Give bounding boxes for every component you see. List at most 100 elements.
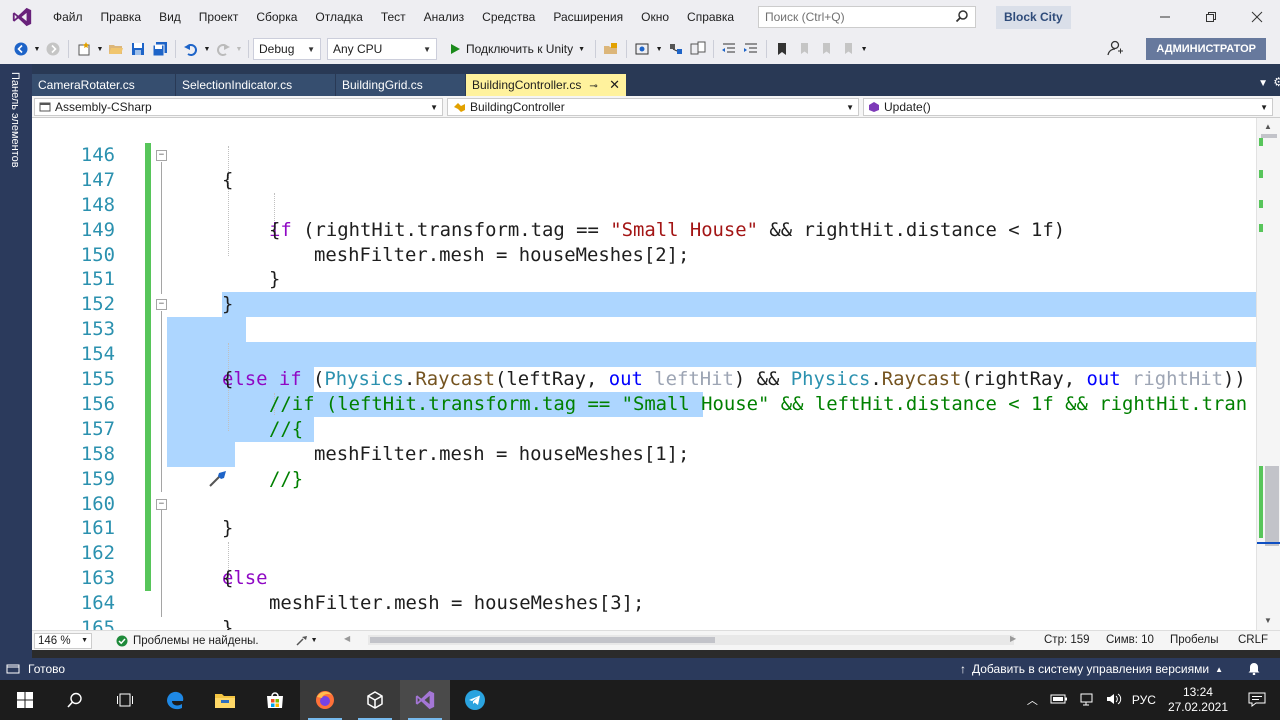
scroll-split-handle[interactable]: [1261, 134, 1277, 138]
tab-building-grid[interactable]: BuildingGrid.cs: [336, 74, 465, 96]
minimize-button[interactable]: [1142, 0, 1188, 34]
menu-debug[interactable]: Отладка: [306, 0, 371, 34]
outdent-icon[interactable]: [718, 38, 740, 60]
new-dropdown-icon[interactable]: ▼: [95, 38, 105, 60]
menu-extensions[interactable]: Расширения: [544, 0, 632, 34]
column-indicator[interactable]: Симв: 10: [1106, 634, 1154, 646]
horizontal-scroll-thumb[interactable]: [370, 637, 715, 643]
scroll-up-icon[interactable]: ▲: [1264, 122, 1272, 131]
back-dropdown-icon[interactable]: ▼: [32, 38, 42, 60]
save-icon[interactable]: [127, 38, 149, 60]
task-view-icon[interactable]: [100, 680, 150, 720]
line-indicator[interactable]: Стр: 159: [1044, 634, 1090, 646]
zoom-select[interactable]: 146 % ▼: [34, 632, 92, 649]
visual-studio-logo-icon[interactable]: [0, 0, 44, 34]
language-indicator[interactable]: РУС: [1132, 693, 1156, 707]
clock[interactable]: 13:24 27.02.2021: [1168, 685, 1228, 715]
action-center-icon[interactable]: [1248, 691, 1266, 710]
scroll-thumb[interactable]: [1265, 466, 1279, 546]
screenshot-icon[interactable]: [631, 38, 653, 60]
network-icon[interactable]: [1080, 692, 1096, 709]
platform-select[interactable]: Any CPU ▼: [327, 38, 437, 60]
start-windows-icon[interactable]: [0, 680, 50, 720]
tab-selection-indicator[interactable]: SelectionIndicator.cs: [176, 74, 335, 96]
close-tab-icon[interactable]: ✕: [609, 77, 620, 92]
file-explorer-icon[interactable]: [200, 680, 250, 720]
visual-studio-taskbar-icon[interactable]: [400, 680, 450, 720]
toolbar-separator: [713, 40, 715, 58]
collapse-icon[interactable]: −: [156, 299, 167, 311]
next-bookmark-icon[interactable]: [815, 38, 837, 60]
configuration-select[interactable]: Debug ▼: [253, 38, 321, 60]
restore-button[interactable]: [1188, 0, 1234, 34]
menu-analyze[interactable]: Анализ: [415, 0, 474, 34]
telegram-icon[interactable]: [450, 680, 500, 720]
back-icon[interactable]: [10, 38, 32, 60]
horizontal-scrollbar[interactable]: [368, 635, 1014, 645]
tab-overflow-icon[interactable]: ▼: [1258, 78, 1268, 89]
tab-building-controller[interactable]: BuildingController.cs ⊸ ✕: [466, 74, 626, 96]
firefox-icon[interactable]: [300, 680, 350, 720]
output-icon[interactable]: [6, 663, 20, 675]
menu-file[interactable]: Файл: [44, 0, 92, 34]
pin-icon[interactable]: ⊸: [589, 81, 597, 92]
project-select[interactable]: Assembly-CSharp ▼: [34, 98, 443, 116]
menu-view[interactable]: Вид: [150, 0, 190, 34]
edge-browser-icon[interactable]: [150, 680, 200, 720]
scroll-right-icon[interactable]: ▶: [1010, 634, 1016, 643]
open-folder-icon[interactable]: [105, 38, 127, 60]
undo-icon[interactable]: [180, 38, 202, 60]
menu-help[interactable]: Справка: [678, 0, 743, 34]
class-select[interactable]: BuildingController ▼: [447, 98, 859, 116]
search-taskbar-icon[interactable]: [50, 680, 100, 720]
volume-icon[interactable]: [1106, 692, 1122, 709]
add-to-source-control-button[interactable]: ↑ Добавить в систему управления версиями…: [960, 662, 1223, 676]
toolbox-panel[interactable]: Панель элементов: [0, 64, 32, 658]
whitespace-indicator[interactable]: Пробелы: [1170, 634, 1219, 646]
attach-to-unity-button[interactable]: Подключить к Unity ▼: [443, 38, 591, 60]
save-all-icon[interactable]: [149, 38, 171, 60]
indent-icon[interactable]: [740, 38, 762, 60]
scroll-down-icon[interactable]: ▼: [1264, 616, 1272, 625]
close-button[interactable]: [1234, 0, 1280, 34]
menu-build[interactable]: Сборка: [247, 0, 306, 34]
scroll-left-icon[interactable]: ◀: [344, 634, 350, 643]
search-input[interactable]: Поиск (Ctrl+Q): [758, 6, 976, 28]
clear-bookmarks-icon[interactable]: [837, 38, 859, 60]
toolbox-label[interactable]: Панель элементов: [9, 72, 21, 168]
redo-dropdown-icon[interactable]: ▼: [234, 38, 244, 60]
notifications-bell-icon[interactable]: [1247, 661, 1261, 678]
menu-tools[interactable]: Средства: [473, 0, 544, 34]
collapse-icon[interactable]: −: [156, 149, 167, 161]
store-icon[interactable]: [250, 680, 300, 720]
prev-bookmark-icon[interactable]: [793, 38, 815, 60]
tab-camera-rotater[interactable]: CameraRotater.cs: [32, 74, 175, 96]
member-select[interactable]: Update() ▼: [863, 98, 1273, 116]
new-project-icon[interactable]: [73, 38, 95, 60]
step-icon[interactable]: [665, 38, 687, 60]
forward-icon[interactable]: [42, 38, 64, 60]
screenshot-dropdown-icon[interactable]: ▼: [653, 38, 665, 60]
show-hidden-icons-chevron-icon[interactable]: ︿: [1027, 692, 1038, 708]
menu-window[interactable]: Окно: [632, 0, 678, 34]
toolbar-options-icon[interactable]: ▼: [859, 38, 869, 60]
admin-badge[interactable]: АДМИНИСТРАТОР: [1146, 38, 1266, 60]
vertical-scrollbar[interactable]: ▲ ▼: [1256, 118, 1280, 630]
code-cleanup-button[interactable]: ▼: [295, 635, 318, 647]
settings-gear-icon[interactable]: ⚙: [1273, 75, 1280, 89]
unity-icon[interactable]: [350, 680, 400, 720]
menu-edit[interactable]: Правка: [92, 0, 151, 34]
browse-icon[interactable]: [600, 38, 622, 60]
collapse-icon[interactable]: −: [156, 498, 167, 510]
battery-icon[interactable]: [1050, 693, 1068, 708]
windows-icon[interactable]: [687, 38, 709, 60]
code-editor[interactable]: 146 { 147 − if (rightHit.transform.tag =…: [32, 118, 1256, 630]
bookmark-icon[interactable]: [771, 38, 793, 60]
line-ending-indicator[interactable]: CRLF: [1238, 634, 1268, 646]
menu-project[interactable]: Проект: [190, 0, 248, 34]
menu-test[interactable]: Тест: [372, 0, 415, 34]
undo-dropdown-icon[interactable]: ▼: [202, 38, 212, 60]
live-share-icon[interactable]: [1106, 39, 1124, 60]
issues-indicator[interactable]: Проблемы не найдены.: [116, 635, 259, 647]
redo-icon[interactable]: [212, 38, 234, 60]
